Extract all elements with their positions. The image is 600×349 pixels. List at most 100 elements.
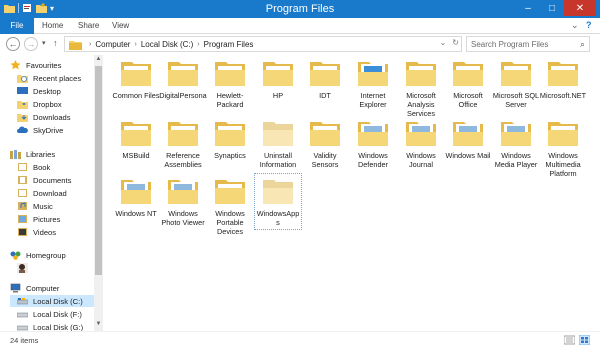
folder-label: Microsoft SQL Server xyxy=(492,91,540,109)
large-icons-view-icon[interactable] xyxy=(579,335,590,345)
tab-view[interactable]: View xyxy=(112,18,129,34)
folder-item[interactable]: HP xyxy=(254,58,302,100)
folder-item[interactable]: Uninstall Information xyxy=(254,118,302,169)
folder-item[interactable]: Windows Portable Devices xyxy=(206,176,254,236)
folder-item[interactable]: Windows Media Player xyxy=(492,118,540,169)
forward-button[interactable]: → xyxy=(24,37,38,51)
search-input[interactable] xyxy=(471,37,575,51)
tab-share[interactable]: Share xyxy=(78,18,99,34)
nav-pictures[interactable]: Pictures xyxy=(17,213,60,225)
address-bar[interactable]: › Computer › Local Disk (C:) › Program F… xyxy=(64,36,462,52)
folder-item[interactable]: MSBuild xyxy=(112,118,160,160)
folder-label: Windows NT xyxy=(115,209,157,218)
folder-item[interactable]: Windows NT xyxy=(112,176,160,218)
maximize-button[interactable]: □ xyxy=(540,0,564,16)
breadcrumb-local-disk-c[interactable]: Local Disk (C:) xyxy=(141,40,193,49)
nav-dropbox[interactable]: Dropbox xyxy=(17,98,62,110)
folder-item[interactable]: IDT xyxy=(301,58,349,100)
folder-item-focused[interactable]: WindowsApps xyxy=(254,173,302,230)
help-icon[interactable]: ? xyxy=(586,20,592,30)
nav-homegroup-user[interactable] xyxy=(17,262,33,274)
breadcrumb-separator[interactable]: › xyxy=(197,41,199,48)
folder-item[interactable]: Windows Photo Viewer xyxy=(159,176,207,227)
folder-item[interactable]: Validity Sensors xyxy=(301,118,349,169)
address-dropdown-icon[interactable]: ⌄ xyxy=(440,38,447,47)
folder-item[interactable]: Microsoft Analysis Services xyxy=(397,58,445,118)
tab-home[interactable]: Home xyxy=(42,18,63,34)
nav-download[interactable]: Download xyxy=(17,187,67,199)
breadcrumb-separator[interactable]: › xyxy=(89,41,91,48)
folder-item[interactable]: Hewlett-Packard xyxy=(206,58,254,109)
recent-locations-button[interactable]: ▾ xyxy=(42,39,46,47)
minimize-button[interactable]: – xyxy=(516,0,540,16)
folder-item[interactable]: Common Files xyxy=(112,58,160,100)
nav-documents[interactable]: Documents xyxy=(17,174,71,186)
folder-label: Windows Media Player xyxy=(494,151,538,169)
breadcrumb-separator[interactable]: › xyxy=(134,41,136,48)
nav-videos[interactable]: Videos xyxy=(17,226,56,238)
nav-local-disk-g[interactable]: Local Disk (G:) xyxy=(17,321,83,331)
breadcrumb-computer[interactable]: Computer xyxy=(95,40,130,49)
downloads-icon xyxy=(17,114,28,122)
folder-item[interactable]: Windows Journal xyxy=(397,118,445,169)
scroll-down-button[interactable]: ▼ xyxy=(94,321,103,327)
nav-label: SkyDrive xyxy=(33,125,64,135)
expand-ribbon-icon[interactable]: ⌄ xyxy=(571,20,579,31)
folder-item[interactable]: Internet Explorer xyxy=(349,58,397,109)
folder-item[interactable]: Reference Assemblies xyxy=(159,118,207,169)
window-title: Program Files xyxy=(265,3,335,15)
nav-homegroup[interactable]: Homegroup xyxy=(10,249,66,261)
scroll-thumb[interactable] xyxy=(95,66,102,275)
nav-book[interactable]: Book xyxy=(17,161,50,173)
folder-app-icon xyxy=(406,122,436,146)
folder-item[interactable]: Windows Defender xyxy=(349,118,397,169)
folder-label: Reference Assemblies xyxy=(164,151,202,169)
search-box[interactable]: ⌕ xyxy=(466,36,590,52)
up-button[interactable]: ↑ xyxy=(53,38,58,48)
library-icon xyxy=(18,163,27,171)
documents-icon xyxy=(18,176,27,184)
nav-label: Recent places xyxy=(33,73,82,83)
nav-label: Pictures xyxy=(33,214,61,224)
folder-app-icon xyxy=(168,180,198,204)
folder-label: Microsoft Analysis Services xyxy=(406,91,436,118)
nav-libraries[interactable]: Libraries xyxy=(10,148,55,160)
folder-item[interactable]: Windows Multimedia Platform xyxy=(539,118,587,178)
folder-item[interactable]: Windows Mail xyxy=(444,118,492,160)
folder-app-icon xyxy=(358,122,388,146)
breadcrumb-program-files[interactable]: Program Files xyxy=(204,40,254,49)
nav-recent-places[interactable]: Recent places xyxy=(17,72,81,84)
nav-local-disk-f[interactable]: Local Disk (F:) xyxy=(17,308,82,320)
nav-favourites[interactable]: Favourites xyxy=(10,59,61,71)
folder-label: Internet Explorer xyxy=(359,91,387,109)
close-button[interactable]: ✕ xyxy=(564,0,596,16)
folder-item[interactable]: Microsoft Office xyxy=(444,58,492,109)
nav-label: Local Disk (G:) xyxy=(33,322,84,332)
details-view-icon[interactable] xyxy=(564,335,575,345)
folder-label: Hewlett-Packard xyxy=(216,91,244,109)
navigation-scrollbar[interactable]: ▲ ▼ xyxy=(94,55,103,331)
folder-item[interactable]: Microsoft.NET xyxy=(539,58,587,100)
folder-item[interactable]: DigitalPersona xyxy=(159,58,207,100)
folder-label: Windows Journal xyxy=(406,151,436,169)
desktop-icon xyxy=(17,87,28,94)
refresh-icon[interactable]: ↻ xyxy=(452,38,459,47)
empty-folder-icon xyxy=(263,180,293,204)
nav-downloads[interactable]: Downloads xyxy=(17,111,71,123)
nav-skydrive[interactable]: SkyDrive xyxy=(17,124,63,136)
folder-label: DigitalPersona xyxy=(159,91,207,100)
nav-label: Downloads xyxy=(33,112,71,122)
back-button[interactable]: ← xyxy=(6,37,20,51)
nav-computer[interactable]: Computer xyxy=(10,282,59,294)
nav-label: Videos xyxy=(33,227,57,237)
folder-item[interactable]: Microsoft SQL Server xyxy=(492,58,540,109)
nav-desktop[interactable]: Desktop xyxy=(17,85,61,97)
tab-file[interactable]: File xyxy=(0,18,34,34)
nav-local-disk-c[interactable]: Local Disk (C:) xyxy=(10,295,94,307)
folder-item[interactable]: Synaptics xyxy=(206,118,254,160)
folder-app-icon xyxy=(358,62,388,86)
scroll-up-button[interactable]: ▲ xyxy=(94,56,103,62)
drive-icon xyxy=(17,298,28,305)
search-icon[interactable]: ⌕ xyxy=(580,39,585,50)
nav-music[interactable]: Music xyxy=(17,200,53,212)
